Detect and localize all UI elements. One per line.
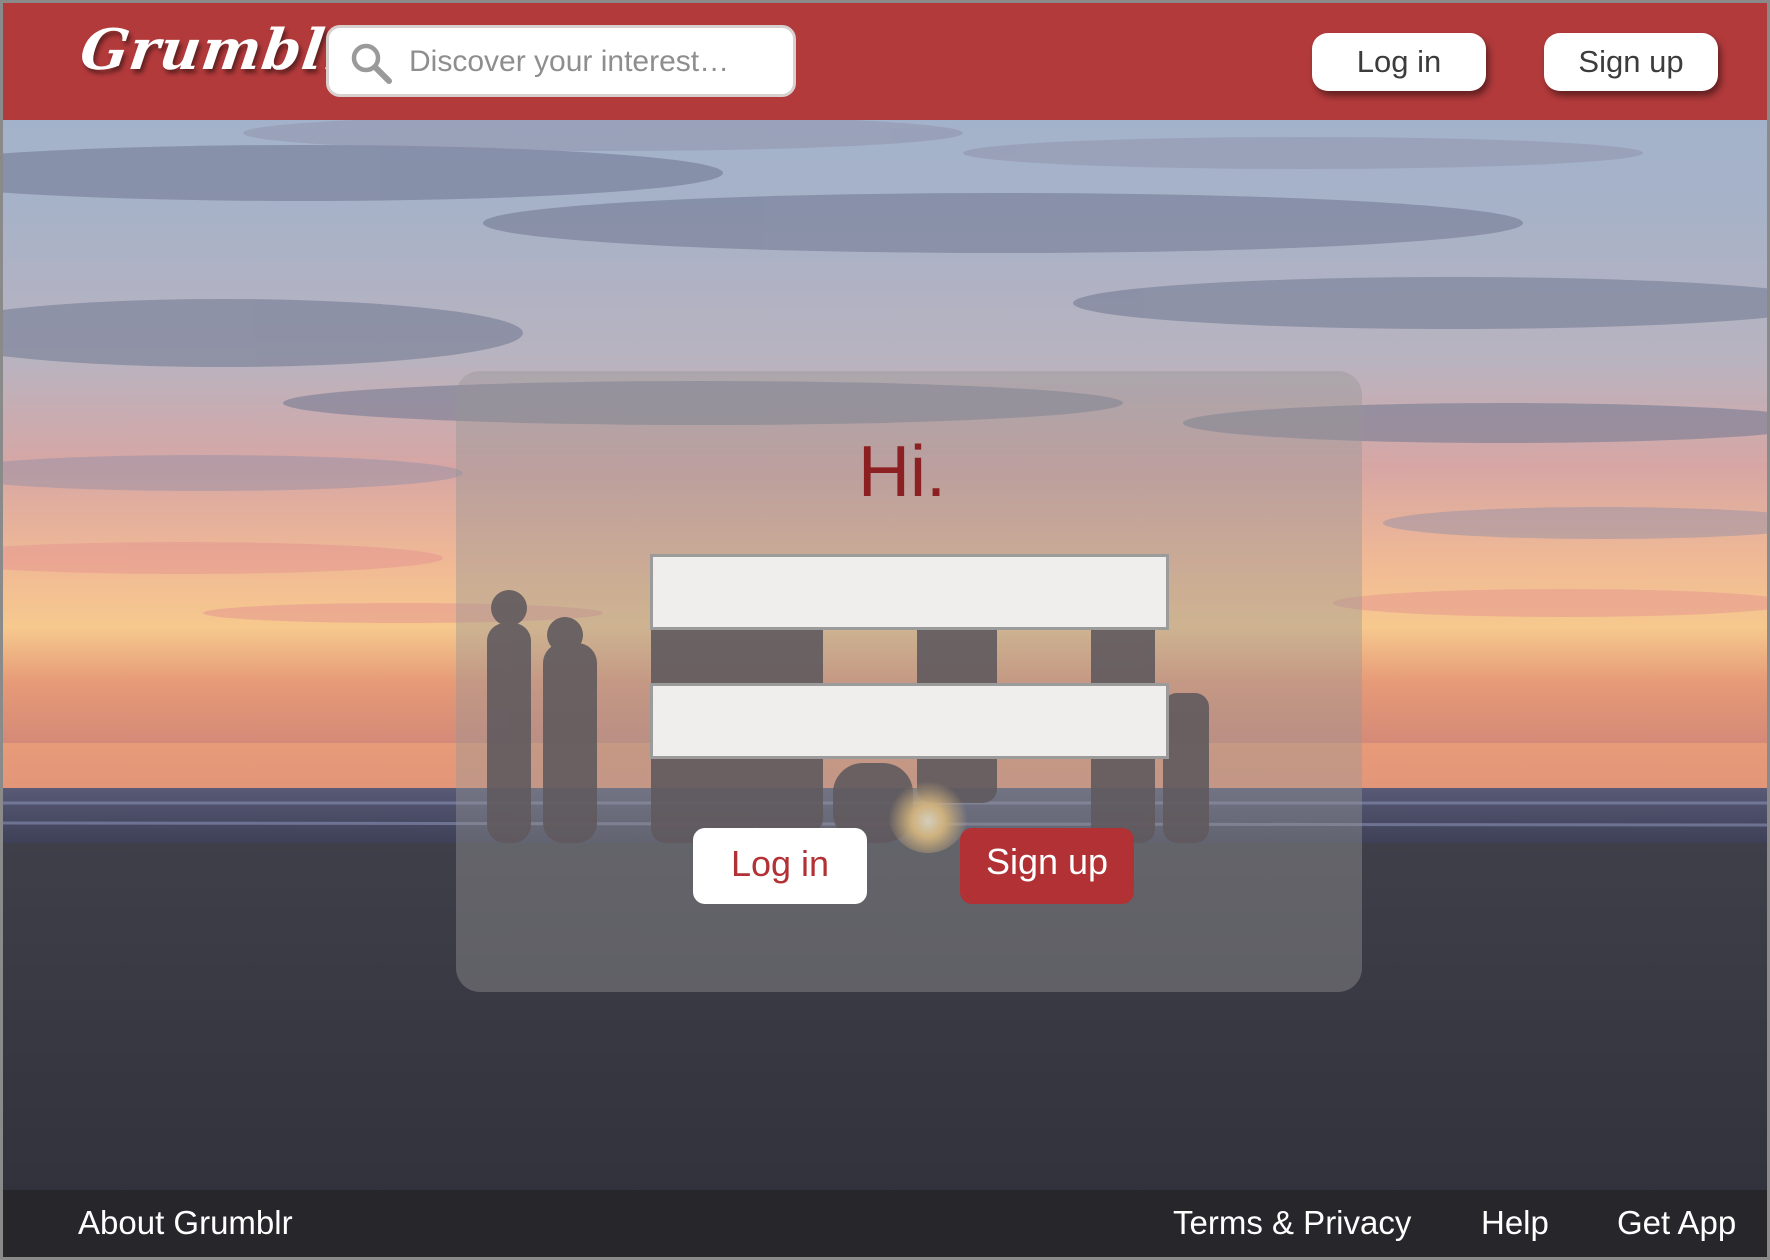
- login-button[interactable]: Log in: [693, 828, 867, 904]
- footer-about-link[interactable]: About Grumblr: [78, 1204, 293, 1242]
- login-card: Hi. Log in Sign up: [456, 371, 1362, 992]
- search-box[interactable]: [326, 25, 796, 97]
- username-field[interactable]: [650, 554, 1169, 630]
- password-field[interactable]: [650, 683, 1169, 759]
- top-nav-bar: Grumblr Log in Sign up: [3, 3, 1767, 120]
- footer-help-link[interactable]: Help: [1481, 1204, 1549, 1242]
- footer-get-app-link[interactable]: Get App: [1617, 1204, 1736, 1242]
- app-window: Grumblr Log in Sign up Hi. Log in Sign u…: [0, 0, 1770, 1260]
- footer-terms-link[interactable]: Terms & Privacy: [1173, 1204, 1411, 1242]
- signup-button[interactable]: Sign up: [960, 828, 1134, 904]
- search-input[interactable]: [407, 38, 781, 86]
- logo[interactable]: Grumblr: [76, 17, 360, 83]
- header-login-button[interactable]: Log in: [1312, 33, 1486, 91]
- footer-bar: About Grumblr Terms & Privacy Help Get A…: [3, 1190, 1767, 1257]
- greeting-title: Hi.: [858, 432, 946, 512]
- header-signup-button[interactable]: Sign up: [1544, 33, 1718, 91]
- search-icon: [351, 43, 392, 84]
